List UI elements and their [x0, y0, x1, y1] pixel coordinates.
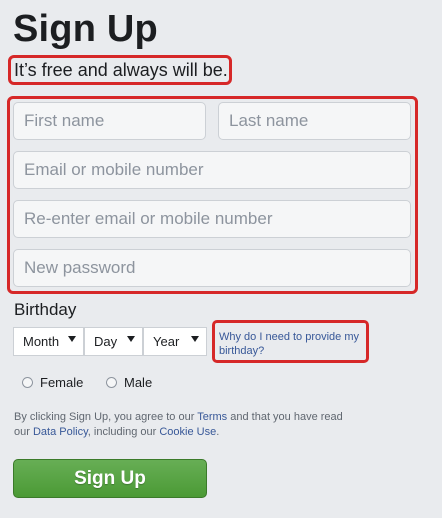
- first-name-input[interactable]: [13, 102, 206, 140]
- month-select-value: Month: [23, 334, 60, 349]
- chevron-down-icon: [127, 336, 135, 342]
- gender-female-radio[interactable]: Female: [22, 375, 83, 390]
- terms-text-part: , including our: [87, 426, 160, 438]
- radio-circle-icon[interactable]: [106, 377, 117, 388]
- email-input[interactable]: [13, 151, 411, 189]
- month-select[interactable]: Month: [13, 327, 84, 356]
- gender-male-label: Male: [124, 375, 153, 390]
- day-select-value: Day: [94, 334, 118, 349]
- radio-circle-icon[interactable]: [22, 377, 33, 388]
- page-title: Sign Up: [13, 8, 158, 50]
- password-input[interactable]: [13, 249, 411, 287]
- year-select[interactable]: Year: [143, 327, 207, 356]
- email-confirm-input[interactable]: [13, 200, 411, 238]
- sign-up-button[interactable]: Sign Up: [13, 459, 207, 498]
- tagline: It’s free and always will be.: [14, 60, 228, 80]
- last-name-input[interactable]: [218, 102, 411, 140]
- terms-text: By clicking Sign Up, you agree to our Te…: [14, 410, 344, 440]
- data-policy-link[interactable]: Data Policy: [33, 426, 88, 438]
- chevron-down-icon: [68, 336, 76, 342]
- terms-link[interactable]: Terms: [197, 411, 227, 423]
- cookie-use-link[interactable]: Cookie Use: [159, 426, 216, 438]
- birthday-label: Birthday: [14, 300, 77, 319]
- why-birthday-link[interactable]: Why do I need to provide my birthday?: [219, 330, 369, 358]
- chevron-down-icon: [191, 336, 199, 342]
- day-select[interactable]: Day: [84, 327, 143, 356]
- gender-male-radio[interactable]: Male: [106, 375, 152, 390]
- terms-text-part: .: [216, 426, 220, 438]
- year-select-value: Year: [153, 334, 180, 349]
- terms-text-part: By clicking Sign Up, you agree to our: [14, 411, 198, 423]
- gender-female-label: Female: [40, 375, 84, 390]
